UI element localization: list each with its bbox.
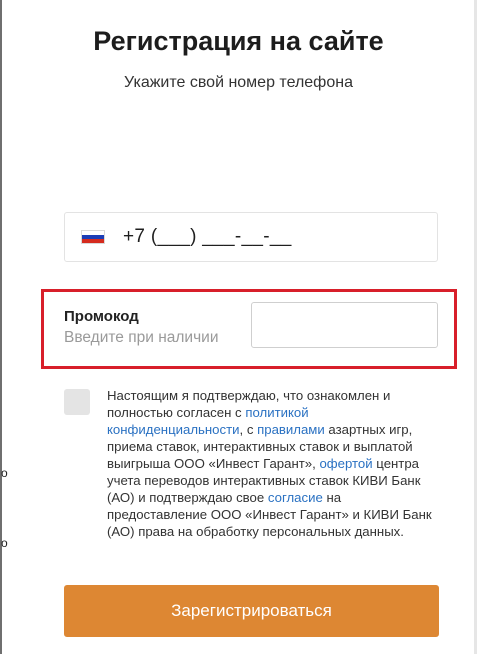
phone-mask: +7 (___) ___-__-__ bbox=[123, 226, 292, 247]
left-window-edge bbox=[0, 0, 2, 654]
side-mark: о bbox=[1, 536, 8, 550]
rules-link[interactable]: правилами bbox=[257, 422, 325, 437]
phone-input[interactable]: +7 (___) ___-__-__ bbox=[64, 212, 438, 262]
consent-link[interactable]: согласие bbox=[268, 490, 323, 505]
offer-link[interactable]: офертой bbox=[319, 456, 372, 471]
promo-code-input[interactable] bbox=[251, 302, 438, 348]
promo-label: Промокод bbox=[64, 308, 139, 325]
russia-flag-icon[interactable] bbox=[81, 230, 105, 244]
register-button[interactable]: Зарегистрироваться bbox=[64, 585, 439, 637]
page-title: Регистрация на сайте bbox=[93, 26, 384, 56]
page-subtitle: Укажите свой номер телефона bbox=[124, 74, 353, 91]
side-mark: о bbox=[1, 466, 8, 480]
consent-text: Настоящим я подтверждаю, что ознакомлен … bbox=[107, 388, 432, 539]
consent-checkbox[interactable] bbox=[64, 389, 90, 415]
promo-hint: Введите при наличии bbox=[64, 329, 219, 346]
